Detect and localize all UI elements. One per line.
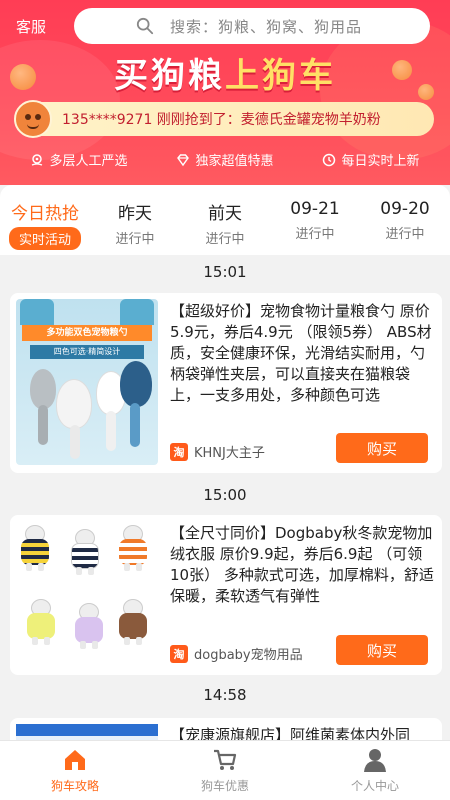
tab-title: 09-20 bbox=[380, 199, 430, 219]
scoop-handle bbox=[70, 425, 80, 459]
product-card[interactable]: 多功能双色宠物粮勺 四色可选·精简设计 【超级好价】宠物食物计量粮食勺 原价5.… bbox=[10, 293, 442, 473]
tab-subtitle: 进行中 bbox=[295, 227, 335, 242]
product-description: 【超级好价】宠物食物计量粮食勺 原价5.9元，券后4.9元 （限领5券） ABS… bbox=[170, 302, 432, 404]
buy-button[interactable]: 购买 bbox=[336, 433, 428, 463]
feature-strip: 多层人工严选 独家超值特惠 每日实时上新 bbox=[0, 150, 450, 169]
customer-service-button[interactable]: 客服 bbox=[16, 16, 46, 37]
header-banner: 客服 搜索：狗粮、狗窝、狗用品 买狗粮上狗车 135****9271 刚刚抢到了… bbox=[0, 0, 450, 185]
tab-yesterday[interactable]: 昨天 进行中 bbox=[90, 185, 180, 255]
feature-daily-new: 每日实时上新 bbox=[322, 150, 420, 169]
nav-label: 狗车攻略 bbox=[50, 779, 99, 793]
avatar bbox=[14, 100, 52, 138]
shop-name[interactable]: 淘 KHNJ大主子 bbox=[170, 442, 265, 461]
shop-label: dogbaby宠物用品 bbox=[194, 648, 303, 663]
pin-icon bbox=[32, 153, 43, 166]
search-icon bbox=[136, 17, 154, 35]
nav-profile[interactable]: 个人中心 bbox=[300, 741, 450, 800]
scoop-blue bbox=[120, 361, 152, 407]
dog-figure bbox=[72, 603, 106, 649]
ticker-text: 135****9271 刚刚抢到了：麦德氏金罐宠物羊奶粉 bbox=[62, 112, 381, 128]
dog-figure bbox=[116, 525, 150, 571]
time-label: 15:01 bbox=[203, 263, 247, 281]
tab-day-before[interactable]: 前天 进行中 bbox=[180, 185, 270, 255]
shop-name[interactable]: 淘 dogbaby宠物用品 bbox=[170, 644, 303, 663]
nav-dog-car-guide[interactable]: 狗车攻略 bbox=[0, 741, 150, 800]
dog-figure bbox=[18, 525, 52, 571]
image-caption: 四色可选·精简设计 bbox=[30, 345, 144, 359]
dog-figure bbox=[24, 599, 58, 645]
home-icon bbox=[65, 750, 85, 770]
image-caption: 多功能双色宠物粮勺 bbox=[22, 325, 152, 341]
banner-title-yellow: 上狗车 bbox=[225, 56, 336, 96]
image-decoration bbox=[120, 299, 154, 325]
person-icon bbox=[364, 749, 386, 772]
feature-label: 每日实时上新 bbox=[341, 154, 420, 169]
buy-button[interactable]: 购买 bbox=[336, 635, 428, 665]
product-info: 【超级好价】宠物食物计量粮食勺 原价5.9元，券后4.9元 （限领5券） ABS… bbox=[170, 301, 434, 406]
tab-title: 今日热抢 bbox=[11, 204, 79, 224]
tab-title: 前天 bbox=[208, 204, 242, 224]
product-description: 【全尺寸同价】Dogbaby秋冬款宠物加绒衣服 原价9.9起，券后6.9起 （可… bbox=[170, 524, 434, 605]
tab-subtitle: 进行中 bbox=[205, 232, 245, 247]
product-card[interactable]: 【全尺寸同价】Dogbaby秋冬款宠物加绒衣服 原价9.9起，券后6.9起 （可… bbox=[10, 515, 442, 675]
dog-figure bbox=[116, 599, 150, 645]
search-input[interactable]: 搜索：狗粮、狗窝、狗用品 bbox=[74, 8, 430, 44]
date-tabs: 今日热抢 实时活动 昨天 进行中 前天 进行中 09-21 进行中 09-20 … bbox=[0, 185, 450, 255]
search-placeholder: 搜索：狗粮、狗窝、狗用品 bbox=[170, 17, 363, 36]
bottom-navigation: 狗车攻略 狗车优惠 个人中心 bbox=[0, 740, 450, 800]
time-label: 15:00 bbox=[203, 486, 247, 504]
nav-label: 个人中心 bbox=[350, 779, 399, 793]
tab-title: 昨天 bbox=[118, 204, 152, 224]
image-decoration bbox=[20, 299, 54, 325]
diamond-icon bbox=[177, 153, 190, 166]
feature-label: 多层人工严选 bbox=[49, 154, 128, 169]
tab-09-20[interactable]: 09-20 进行中 bbox=[360, 185, 450, 255]
scoop-handle bbox=[106, 411, 116, 451]
shop-label: KHNJ大主子 bbox=[194, 446, 265, 461]
banner-title: 买狗粮上狗车 bbox=[0, 48, 450, 97]
scoop-grey bbox=[30, 369, 56, 409]
banner-title-white: 买狗粮 bbox=[114, 56, 225, 96]
taobao-icon: 淘 bbox=[170, 644, 188, 663]
nav-dog-car-deals[interactable]: 狗车优惠 bbox=[150, 741, 300, 800]
time-label: 14:58 bbox=[203, 686, 247, 704]
cart-icon bbox=[214, 749, 237, 770]
tab-subtitle: 进行中 bbox=[385, 227, 425, 242]
tab-subtitle: 进行中 bbox=[115, 232, 155, 247]
tab-09-21[interactable]: 09-21 进行中 bbox=[270, 185, 360, 255]
scoop-handle bbox=[38, 405, 48, 445]
feature-exclusive-deals: 独家超值特惠 bbox=[176, 150, 274, 169]
tab-title: 09-21 bbox=[290, 199, 340, 219]
tab-today-hot[interactable]: 今日热抢 实时活动 bbox=[0, 185, 90, 255]
feature-label: 独家超值特惠 bbox=[195, 154, 274, 169]
product-image bbox=[16, 521, 158, 669]
dog-figure bbox=[68, 529, 102, 575]
product-image: 多功能双色宠物粮勺 四色可选·精简设计 bbox=[16, 299, 158, 465]
scoop-white bbox=[56, 379, 92, 429]
taobao-icon: 淘 bbox=[170, 442, 188, 461]
clock-icon bbox=[323, 153, 336, 166]
scoop-handle bbox=[130, 403, 140, 447]
purchase-ticker: 135****9271 刚刚抢到了：麦德氏金罐宠物羊奶粉 bbox=[14, 100, 434, 138]
product-info: 【全尺寸同价】Dogbaby秋冬款宠物加绒衣服 原价9.9起，券后6.9起 （可… bbox=[170, 523, 434, 607]
feature-manual-selection: 多层人工严选 bbox=[30, 150, 128, 169]
tab-subtitle: 实时活动 bbox=[8, 227, 81, 250]
nav-label: 狗车优惠 bbox=[200, 779, 249, 793]
